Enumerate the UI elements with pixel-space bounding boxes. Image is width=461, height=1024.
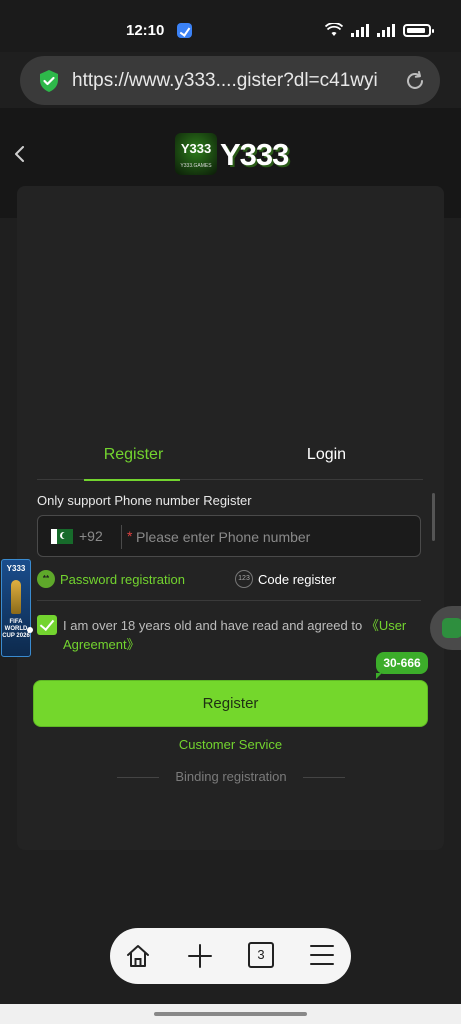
menu-icon[interactable] <box>310 943 334 967</box>
status-icons <box>325 23 434 37</box>
code-icon: 123 <box>235 570 253 588</box>
status-bar: 12:10 <box>0 0 461 52</box>
pakistan-flag-icon <box>51 529 73 544</box>
code-register-option[interactable]: 123 Code register <box>235 570 336 588</box>
logo-badge-text: Y333 <box>180 141 212 156</box>
options-divider <box>37 600 421 601</box>
url-text[interactable]: https://www.y333....gister?dl=c41wyi <box>72 70 402 92</box>
register-button[interactable]: Register <box>33 680 428 727</box>
binding-divider-right <box>303 777 345 778</box>
support-text: Only support Phone number Register <box>37 493 252 508</box>
status-time: 12:10 <box>126 22 165 39</box>
tab-register[interactable]: Register <box>37 436 230 481</box>
customer-service-link[interactable]: Customer Service <box>0 737 461 752</box>
scrollbar[interactable] <box>432 493 435 541</box>
service-icon <box>442 618 461 638</box>
phone-field: +92 * <box>37 515 421 557</box>
field-divider <box>121 525 122 549</box>
signal-icon <box>351 23 369 37</box>
battery-icon <box>403 23 434 37</box>
back-icon[interactable] <box>13 146 27 162</box>
country-code[interactable]: +92 <box>79 528 103 544</box>
phone-input[interactable] <box>127 522 413 552</box>
url-bar[interactable]: https://www.y333....gister?dl=c41wyi <box>20 56 440 105</box>
app-notification-icon <box>177 23 192 38</box>
signal-icon-2 <box>377 23 395 37</box>
password-registration-label: Password registration <box>60 571 185 587</box>
new-tab-icon[interactable] <box>186 942 214 970</box>
wifi-icon <box>325 23 343 36</box>
auth-tabs: Register Login <box>37 436 423 481</box>
banner-handle <box>27 627 33 633</box>
binding-registration[interactable]: Binding registration <box>117 769 345 787</box>
logo-badge: Y333 Y333.GAMES <box>175 133 217 175</box>
agree-checkbox[interactable] <box>37 615 57 635</box>
tab-count-button[interactable]: 3 <box>248 942 274 968</box>
home-icon[interactable] <box>124 942 152 970</box>
shield-icon <box>40 70 58 92</box>
home-indicator[interactable] <box>154 1012 307 1016</box>
agree-text-label: I am over 18 years old and have read and… <box>63 618 366 633</box>
promo-bubble[interactable]: 30-666 <box>376 652 428 679</box>
password-icon: ** <box>37 570 55 588</box>
browser-bottom-nav: 3 <box>110 928 351 984</box>
trophy-icon <box>11 580 21 614</box>
logo-badge-subtext: Y333.GAMES <box>180 163 212 169</box>
fifa-promo-banner[interactable]: Y333 FIFA WORLD CUP 2026 <box>1 559 33 657</box>
reload-icon[interactable] <box>404 70 426 92</box>
code-register-label: Code register <box>258 571 337 587</box>
password-registration-option[interactable]: ** Password registration <box>37 570 185 588</box>
agree-text: I am over 18 years old and have read and… <box>63 616 423 654</box>
fifa-banner-logo: Y333 <box>6 564 26 573</box>
fifa-banner-text: FIFA WORLD CUP 2026 <box>2 619 30 639</box>
site-logo: Y333 <box>220 137 289 172</box>
tab-login[interactable]: Login <box>230 436 423 480</box>
